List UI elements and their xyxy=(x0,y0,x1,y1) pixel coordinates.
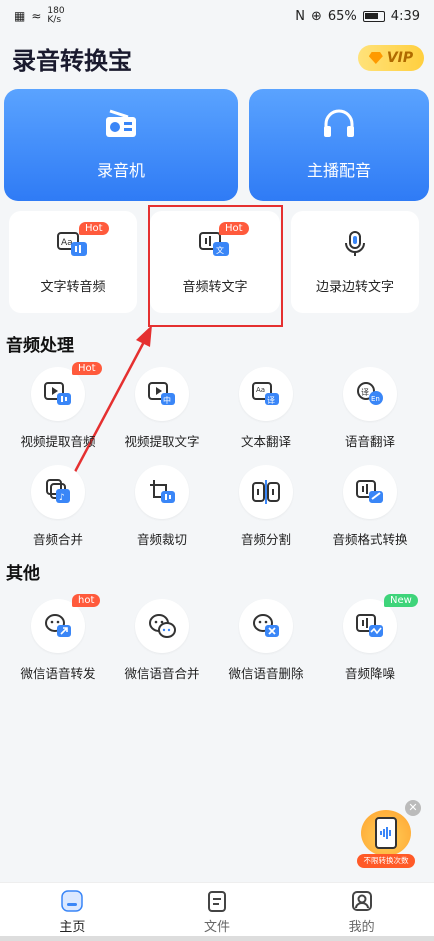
tool-label: 音频裁切 xyxy=(136,532,187,547)
audio-format-icon xyxy=(356,480,383,503)
tool-audio-format[interactable]: 音频格式转换 xyxy=(318,465,422,555)
tool-label: 视频提取音频 xyxy=(20,434,96,449)
tool-label: 微信语音合并 xyxy=(124,666,200,681)
tool-wechat-merge[interactable]: 微信语音合并 xyxy=(110,599,214,689)
audio-denoise-icon xyxy=(356,614,383,637)
tool-label: 音频分割 xyxy=(240,532,291,547)
nav-home-label: 主页 xyxy=(59,919,86,935)
phone-wave-icon xyxy=(361,810,411,856)
tool-label: 音频格式转换 xyxy=(332,532,408,547)
hot-badge: hot xyxy=(72,594,101,607)
section-title-audio: 音频处理 xyxy=(6,336,74,356)
tool-video-extract-text[interactable]: 中 视频提取文字 xyxy=(110,367,214,457)
bottom-nav: 主页 文件 我的 xyxy=(0,882,434,941)
svg-text:En: En xyxy=(371,395,380,403)
nav-files-label: 文件 xyxy=(204,919,231,935)
nav-home[interactable]: 主页 xyxy=(0,883,145,941)
text-translate-icon: Aa译 xyxy=(252,382,279,405)
voice-translate-icon: 译En xyxy=(357,382,383,405)
video-audio-icon xyxy=(44,382,71,405)
tool-wechat-forward[interactable]: hot 微信语音转发 xyxy=(6,594,110,689)
home-indicator xyxy=(0,936,434,941)
hot-badge: Hot xyxy=(72,362,102,375)
audio-split-icon xyxy=(252,480,280,504)
tool-label: 微信语音删除 xyxy=(228,666,304,681)
new-badge: New xyxy=(384,594,418,607)
promo-float-widget[interactable]: ✕ 不限转换次数 xyxy=(355,800,421,870)
tool-audio-split[interactable]: 音频分割 xyxy=(214,465,318,555)
tool-label: 语音翻译 xyxy=(344,434,395,449)
tool-label: 微信语音转发 xyxy=(20,666,96,681)
tool-wechat-delete[interactable]: 微信语音删除 xyxy=(214,599,318,689)
tool-label: 音频合并 xyxy=(32,532,83,547)
tool-audio-merge[interactable]: ♪ 音频合并 xyxy=(6,465,110,555)
section-title-other: 其他 xyxy=(6,564,40,584)
svg-text:译: 译 xyxy=(361,388,369,397)
file-icon xyxy=(208,890,226,912)
wechat-delete-icon xyxy=(253,614,279,637)
svg-text:♪: ♪ xyxy=(59,493,65,503)
profile-icon xyxy=(351,890,372,911)
svg-text:译: 译 xyxy=(267,396,275,405)
nav-files[interactable]: 文件 xyxy=(145,883,290,941)
promo-label: 不限转换次数 xyxy=(357,854,415,868)
tool-label: 音频降噪 xyxy=(344,666,395,681)
tool-video-extract-audio[interactable]: Hot 视频提取音频 xyxy=(6,362,110,457)
home-icon xyxy=(61,889,84,912)
tool-audio-denoise[interactable]: New 音频降噪 xyxy=(318,594,422,689)
wechat-merge-icon xyxy=(149,614,176,638)
audio-merge-icon: ♪ xyxy=(46,479,70,503)
nav-profile-label: 我的 xyxy=(348,919,375,935)
nav-profile[interactable]: 我的 xyxy=(289,883,434,941)
tool-text-translate[interactable]: Aa 译 文本翻译 xyxy=(214,367,318,457)
svg-text:中: 中 xyxy=(163,395,171,405)
audio-crop-icon xyxy=(150,480,175,503)
wechat-forward-icon xyxy=(45,614,71,637)
tool-voice-translate[interactable]: 译 En 语音翻译 xyxy=(318,367,422,457)
close-icon[interactable]: ✕ xyxy=(405,800,421,816)
tool-audio-crop[interactable]: 音频裁切 xyxy=(110,465,214,555)
svg-text:Aa: Aa xyxy=(256,386,265,394)
tool-label: 文本翻译 xyxy=(240,434,291,449)
tool-label: 视频提取文字 xyxy=(124,434,200,449)
video-text-icon: 中 xyxy=(148,382,175,405)
